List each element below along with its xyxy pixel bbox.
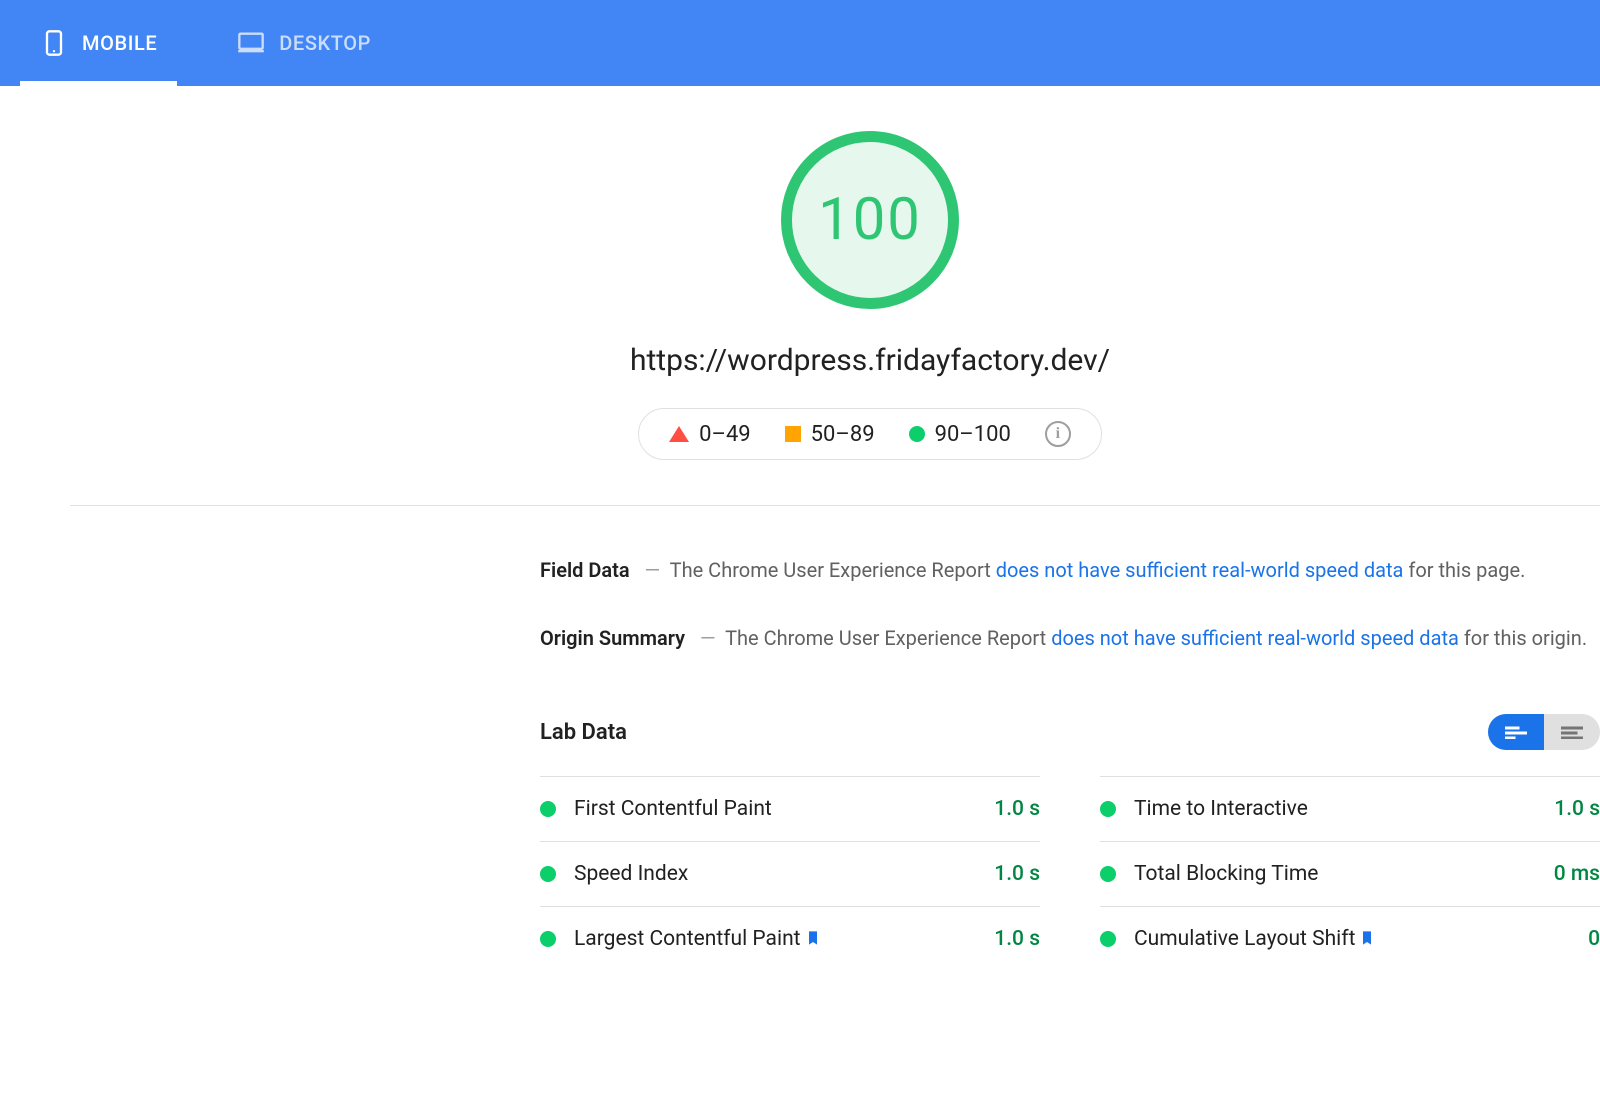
lab-data-header: Lab Data: [540, 714, 1600, 750]
metric-name: Cumulative Layout Shift: [1134, 927, 1375, 951]
status-dot-icon: [540, 866, 556, 882]
info-icon[interactable]: i: [1045, 421, 1071, 447]
origin-summary-heading: Origin Summary: [540, 626, 685, 650]
status-dot-icon: [540, 801, 556, 817]
metric-left: Time to Interactive: [1100, 797, 1308, 821]
lab-data-title: Lab Data: [540, 720, 627, 745]
circle-icon: [909, 426, 925, 442]
legend-poor-label: 0–49: [699, 422, 751, 447]
triangle-icon: [669, 426, 689, 442]
score-value: 100: [818, 186, 922, 254]
metric-row[interactable]: Cumulative Layout Shift 0: [1100, 906, 1600, 971]
metric-value: 0 ms: [1554, 862, 1600, 886]
metric-value: 1.0 s: [994, 862, 1040, 886]
origin-summary-paragraph: Origin Summary — The Chrome User Experie…: [540, 622, 1600, 654]
origin-summary-link[interactable]: does not have sufficient real-world spee…: [1051, 626, 1459, 650]
tested-url: https://wordpress.fridayfactory.dev/: [630, 343, 1110, 378]
metric-name: Largest Contentful Paint: [574, 927, 821, 951]
bookmark-icon: [1359, 929, 1375, 947]
metric-value: 0: [1588, 927, 1600, 951]
field-data-paragraph: Field Data — The Chrome User Experience …: [540, 554, 1600, 586]
origin-summary-post: for this origin.: [1459, 626, 1587, 650]
field-data-pre: The Chrome User Experience Report: [670, 558, 996, 582]
metrics-grid: First Contentful Paint1.0 sTime to Inter…: [540, 776, 1600, 971]
tab-desktop[interactable]: DESKTOP: [217, 0, 391, 86]
metric-value: 1.0 s: [1554, 797, 1600, 821]
status-dot-icon: [1100, 931, 1116, 947]
score-legend: 0–49 50–89 90–100 i: [638, 408, 1102, 460]
metric-value: 1.0 s: [994, 797, 1040, 821]
tab-mobile[interactable]: MOBILE: [20, 0, 177, 86]
bookmark-icon: [805, 929, 821, 947]
origin-summary-pre: The Chrome User Experience Report: [725, 626, 1051, 650]
metric-left: Speed Index: [540, 862, 688, 886]
legend-avg-label: 50–89: [811, 422, 875, 447]
mobile-icon: [40, 29, 68, 57]
dash: —: [645, 558, 661, 582]
status-dot-icon: [540, 931, 556, 947]
metric-left: Total Blocking Time: [1100, 862, 1318, 886]
tab-desktop-label: DESKTOP: [279, 31, 371, 55]
metric-name: First Contentful Paint: [574, 797, 772, 821]
content: Field Data — The Chrome User Experience …: [540, 506, 1600, 971]
metric-left: Cumulative Layout Shift: [1100, 927, 1375, 951]
score-section: 100 https://wordpress.fridayfactory.dev/…: [70, 86, 1600, 506]
legend-good-label: 90–100: [935, 422, 1011, 447]
square-icon: [785, 426, 801, 442]
metric-row[interactable]: Speed Index 1.0 s: [540, 841, 1040, 906]
status-dot-icon: [1100, 801, 1116, 817]
view-toggle: [1488, 714, 1600, 750]
metric-left: Largest Contentful Paint: [540, 927, 821, 951]
metric-row[interactable]: First Contentful Paint 1.0 s: [540, 776, 1040, 841]
legend-poor: 0–49: [669, 422, 751, 447]
view-collapse-button[interactable]: [1488, 714, 1544, 750]
legend-average: 50–89: [785, 422, 875, 447]
field-data-heading: Field Data: [540, 558, 630, 582]
metric-row[interactable]: Total Blocking Time 0 ms: [1100, 841, 1600, 906]
dash: —: [700, 626, 716, 650]
metric-name: Speed Index: [574, 862, 688, 886]
metric-name: Total Blocking Time: [1134, 862, 1318, 886]
metric-left: First Contentful Paint: [540, 797, 772, 821]
collapse-icon: [1505, 725, 1527, 739]
metric-name: Time to Interactive: [1134, 797, 1308, 821]
metric-row[interactable]: Largest Contentful Paint 1.0 s: [540, 906, 1040, 971]
metric-row[interactable]: Time to Interactive 1.0 s: [1100, 776, 1600, 841]
expand-icon: [1561, 725, 1583, 739]
tab-mobile-label: MOBILE: [82, 31, 157, 55]
field-data-post: for this page.: [1403, 558, 1525, 582]
status-dot-icon: [1100, 866, 1116, 882]
score-gauge: 100: [781, 131, 959, 309]
legend-good: 90–100: [909, 422, 1011, 447]
metric-value: 1.0 s: [994, 927, 1040, 951]
field-data-link[interactable]: does not have sufficient real-world spee…: [996, 558, 1404, 582]
view-expand-button[interactable]: [1544, 714, 1600, 750]
tab-bar: MOBILE DESKTOP: [0, 0, 1600, 86]
desktop-icon: [237, 29, 265, 57]
